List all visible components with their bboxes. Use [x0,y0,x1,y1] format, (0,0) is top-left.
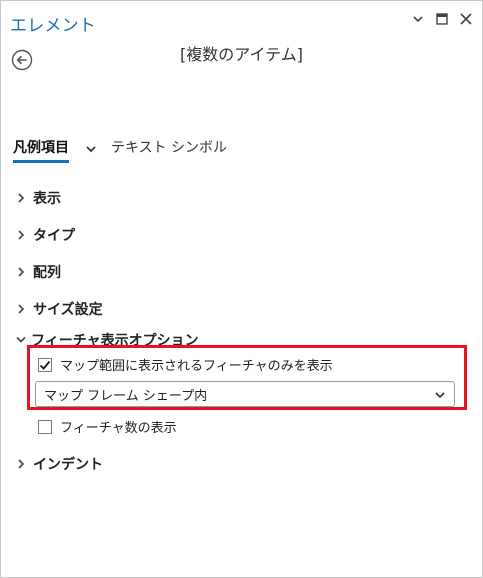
tab-text-symbol[interactable]: テキスト シンボル [111,137,227,157]
section-label: 表示 [33,190,61,207]
elements-pane: エレメント [複数のアイテム] 凡例項目 テキスト シンボル 表示 タイプ 配列… [0,0,483,578]
options-menu-chevron-icon[interactable] [410,11,426,27]
section-arrangement[interactable]: 配列 [15,253,482,290]
section-list: 表示 タイプ 配列 サイズ設定 [15,179,482,327]
chevron-down-icon [434,389,446,401]
tab-bar: 凡例項目 テキスト シンボル [13,134,227,163]
checkbox-label: フィーチャ数の表示 [60,421,177,436]
section-label: タイプ [33,227,75,244]
window-controls [410,11,474,27]
chevron-right-icon [15,458,27,470]
tab-overflow-chevron-icon[interactable] [85,143,97,155]
checkbox-label: マップ範囲に表示されるフィーチャのみを表示 [60,359,333,374]
tab-legend-item[interactable]: 凡例項目 [13,137,69,163]
feature-count-checkbox[interactable] [38,419,52,434]
section-label: 配列 [33,264,61,281]
chevron-right-icon [15,192,27,204]
chevron-down-icon [15,334,27,346]
section-type[interactable]: タイプ [15,216,482,253]
close-icon[interactable] [458,11,474,27]
visible-extent-only-option[interactable]: マップ範囲に表示されるフィーチャのみを表示 [38,355,333,374]
chevron-right-icon [15,266,27,278]
selected-item-name: [複数のアイテム] [180,45,303,64]
maximize-icon[interactable] [434,11,450,27]
show-feature-count-option[interactable]: フィーチャ数の表示 [38,417,177,436]
checkmark-icon [39,360,51,370]
section-indent[interactable]: インデント [15,445,103,482]
section-label: インデント [33,456,103,473]
section-sizing[interactable]: サイズ設定 [15,290,482,327]
pane-title: エレメント [10,16,96,36]
chevron-right-icon [15,303,27,315]
visible-only-checkbox[interactable] [38,357,52,372]
section-display[interactable]: 表示 [15,179,482,216]
dropdown-selected-value: マップ フレーム シェープ内 [44,388,208,404]
section-label: サイズ設定 [33,301,103,318]
chevron-right-icon [15,229,27,241]
extent-dropdown[interactable]: マップ フレーム シェープ内 [35,381,455,407]
